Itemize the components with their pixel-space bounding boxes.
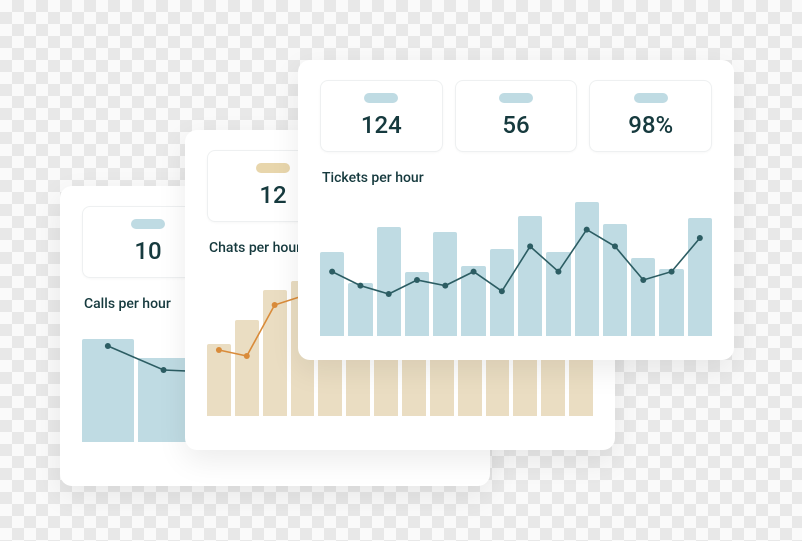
bar: [405, 272, 429, 336]
bar: [490, 249, 514, 336]
bar: [518, 216, 542, 336]
pill-icon: [131, 219, 165, 229]
bar: [374, 356, 398, 416]
bar: [433, 232, 457, 336]
chart-tickets: [320, 196, 712, 336]
stat-box-tickets-3: 98%: [589, 80, 712, 152]
bar: [486, 356, 510, 416]
stat-value: 98%: [600, 113, 701, 137]
stat-box-tickets-2: 56: [455, 80, 578, 152]
bar: [513, 356, 537, 416]
bar: [402, 356, 426, 416]
bar: [631, 258, 655, 336]
bar: [603, 224, 627, 336]
bar: [688, 218, 712, 336]
bar: [348, 283, 372, 336]
bar: [207, 344, 231, 416]
bar: [541, 356, 565, 416]
bar: [458, 356, 482, 416]
bar: [263, 290, 287, 416]
stat-value: 124: [331, 113, 432, 137]
bar: [235, 320, 259, 416]
pill-icon: [256, 163, 290, 173]
bar: [569, 356, 593, 416]
stat-box-tickets-1: 124: [320, 80, 443, 152]
bar: [546, 252, 570, 336]
chart-title-tickets: Tickets per hour: [322, 170, 712, 186]
pill-icon: [364, 93, 398, 103]
bar: [659, 269, 683, 336]
bar: [82, 339, 134, 442]
bar: [320, 252, 344, 336]
bar: [575, 202, 599, 336]
bar: [377, 227, 401, 336]
bar: [138, 358, 190, 442]
bar: [461, 266, 485, 336]
pill-icon: [499, 93, 533, 103]
card-tickets: 124 56 98% Tickets per hour: [298, 60, 734, 360]
stat-value: 56: [466, 113, 567, 137]
bar: [346, 356, 370, 416]
bar: [430, 356, 454, 416]
pill-icon: [634, 93, 668, 103]
